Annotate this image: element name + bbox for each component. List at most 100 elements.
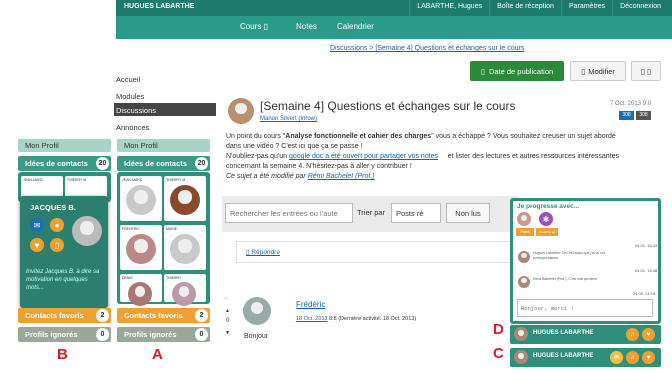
- bar-d-avatar: [514, 327, 528, 341]
- course-name: Analyse fonctionnelle et cahier des char…: [285, 133, 432, 140]
- discussion-author[interactable]: Manon Silvert (Inrow): [260, 116, 317, 122]
- main-nav: [116, 16, 672, 39]
- upvote-icon[interactable]: ○: [224, 296, 228, 302]
- vote-down-arrow[interactable]: ▼: [225, 330, 230, 336]
- popup-contact-name: JACQUES B.: [30, 203, 76, 212]
- more-button[interactable]: ▯ ▯: [631, 61, 661, 81]
- reply-link[interactable]: ▯ Répondre: [246, 248, 280, 256]
- body-line-3: N'oubliez-pas qu'un google doc a été ouv…: [226, 152, 656, 162]
- body-line-1: Un point du cours "Analyse fonctionnelle…: [226, 132, 656, 142]
- figure-label-b: B: [57, 346, 68, 363]
- discussion-title: [Semaine 4] Questions et échanges sur le…: [260, 99, 516, 113]
- nav-courses[interactable]: Cours ▯: [240, 22, 268, 31]
- user-name-link[interactable]: LABARTHE, Hugues: [409, 0, 489, 16]
- post-author[interactable]: Frédéric: [296, 300, 325, 309]
- figure-label-d: D: [493, 321, 504, 338]
- publish-date-label: Date de publication: [488, 66, 554, 76]
- search-input[interactable]: [225, 203, 353, 223]
- contact-name: JEAN-MARC: [122, 178, 143, 182]
- sort-label: Trier par: [357, 208, 386, 217]
- modified-by-link[interactable]: Rémi Bachelet (Prof.): [308, 173, 375, 180]
- ignored-count-b: 0: [96, 328, 109, 341]
- logout-link[interactable]: Déconnexion: [612, 0, 668, 16]
- figure-label-a: A: [152, 346, 163, 363]
- contact-tile[interactable]: DENIS: [120, 274, 162, 306]
- bar-c-name: HUGUES LABARTHE: [533, 353, 594, 359]
- my-profile-b[interactable]: Mon Profil: [18, 139, 111, 152]
- replies-badge: 308: [636, 111, 651, 120]
- chat-title: Je progresse avec...: [517, 203, 580, 210]
- contact-tile[interactable]: THIERRY: [164, 274, 206, 306]
- post-body: Bonjour: [244, 333, 269, 340]
- body-line-4: concernant la semaine 4. N'hésitez-pas à…: [226, 163, 412, 170]
- menu-discussions[interactable]: Discussions: [116, 106, 156, 115]
- contact-tile[interactable]: JEAN-MARC: [120, 176, 162, 221]
- menu-announcements[interactable]: Annonces: [116, 123, 149, 132]
- post-date[interactable]: 18 Oct. 2013: [296, 316, 328, 322]
- contact-name: THIERRY: [166, 276, 182, 280]
- chat-input[interactable]: [517, 299, 653, 317]
- contact-avatar: [170, 234, 200, 264]
- unread-button[interactable]: Non lus: [446, 203, 490, 223]
- figure-label-c: C: [493, 345, 504, 362]
- session-icon: ✱: [539, 212, 553, 226]
- top-links: LABARTHE, Hugues Boîte de réception Para…: [409, 0, 668, 16]
- author-avatar: [228, 98, 254, 124]
- contact-name: THIERRY M: [67, 178, 87, 182]
- favorites-count-a: 2: [195, 309, 208, 322]
- my-profile-a[interactable]: Mon Profil: [117, 139, 210, 152]
- chat-time: 04.01. 16:48: [635, 268, 658, 273]
- bar-c-avatar: [514, 350, 528, 364]
- mail-icon[interactable]: ✉: [610, 351, 623, 364]
- inbox-link[interactable]: Boîte de réception: [489, 0, 561, 16]
- chat-time: 04.01. 16:33: [635, 243, 658, 248]
- edit-button[interactable]: ▯ Modifier: [570, 61, 626, 81]
- mail-icon[interactable]: ✉: [30, 218, 44, 232]
- contact-tile[interactable]: THIERRY M: [164, 176, 206, 221]
- publish-date-button[interactable]: ▯ Date de publication: [470, 61, 564, 81]
- breadcrumb[interactable]: Discussions > [Semaine 4] Questions et é…: [330, 45, 524, 52]
- heart-icon[interactable]: ♥: [642, 351, 655, 364]
- edit-label: Modifier: [588, 66, 615, 76]
- menu-modules[interactable]: Modules: [116, 92, 144, 101]
- sort-select[interactable]: Posts ré: [391, 203, 441, 223]
- google-doc-link[interactable]: google doc a été ouvert pour partager vo…: [289, 153, 438, 160]
- body-text: Un point du cours ": [226, 133, 286, 140]
- modified-prefix: Ce sujet a été modifié par: [226, 173, 308, 180]
- chat-time: 24.09. 21:15: [633, 291, 656, 296]
- contact-ideas-count-b: 20: [96, 157, 109, 170]
- body-line-2: dans une vidéo ? C'est ici que ça se pas…: [226, 143, 363, 150]
- vote-count: 0: [226, 318, 230, 324]
- contact-avatar: [170, 185, 200, 215]
- heart-icon[interactable]: ♥: [642, 328, 655, 341]
- popup-contact-avatar: [72, 216, 102, 246]
- discussion-date: 7 Oct. 2013 9:0: [610, 101, 652, 107]
- contact-tile[interactable]: MARIE: [164, 225, 206, 270]
- nav-calendar[interactable]: Calendrier: [337, 22, 374, 31]
- contact-name: DENIS: [122, 276, 133, 280]
- post-activity: 8:8 (Dernière activité: 18 Oct. 2013): [327, 316, 417, 322]
- contact-name: MARIE: [166, 227, 178, 231]
- contact-avatar: [126, 185, 156, 215]
- vote-up-arrow[interactable]: ▲: [225, 308, 230, 314]
- heart-icon[interactable]: ♥: [30, 238, 44, 252]
- views-badge: 308: [619, 111, 634, 120]
- contact-name: THIERRY M: [166, 178, 186, 182]
- chat-contact-avatar: [517, 212, 531, 226]
- headphones-icon[interactable]: ♫: [626, 328, 639, 341]
- tag-sessions[interactable]: Sessions en ligne: [536, 228, 558, 242]
- popup-invite-text: Invitez Jacques B. à dire sa motivation …: [26, 269, 100, 291]
- post-author-avatar: [243, 297, 271, 325]
- contact-tile[interactable]: FREDERIC: [120, 225, 162, 270]
- nav-notes[interactable]: Notes: [296, 22, 317, 31]
- settings-link[interactable]: Paramètres: [560, 0, 612, 16]
- chat-msg-avatar: [518, 251, 530, 263]
- headphones-icon[interactable]: ♫: [626, 351, 639, 364]
- contact-avatar: [172, 282, 196, 306]
- tag-parcs[interactable]: Parcs: [516, 228, 534, 236]
- bar-d-name: HUGUES LABARTHE: [533, 330, 594, 336]
- menu-home[interactable]: Accueil: [116, 75, 140, 84]
- chat-icon[interactable]: ●: [50, 218, 64, 232]
- brand-name[interactable]: HUGUES LABARTHE: [124, 3, 194, 10]
- ignore-icon[interactable]: ▯: [50, 238, 64, 252]
